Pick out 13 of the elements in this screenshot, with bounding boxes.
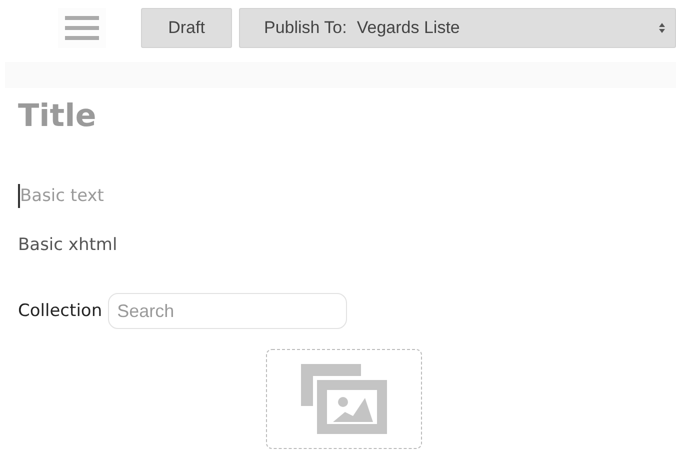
title-field[interactable]: Title — [18, 96, 318, 136]
image-drop-zone[interactable] — [266, 349, 422, 449]
publish-select[interactable]: Publish To: Vegards Liste — [239, 8, 676, 48]
text-field[interactable]: Basic text — [18, 184, 320, 208]
updown-icon — [659, 23, 665, 33]
publish-label: Publish To: — [264, 18, 347, 38]
search-field[interactable]: Search — [108, 293, 348, 329]
publish-value: Vegards Liste — [356, 18, 461, 38]
xhtml-label: Basic xhtml — [18, 235, 118, 255]
draft-button[interactable]: Draft — [141, 8, 232, 48]
menu-icon — [65, 16, 99, 40]
images-icon — [301, 364, 387, 434]
collection-label: Collection — [18, 301, 102, 321]
